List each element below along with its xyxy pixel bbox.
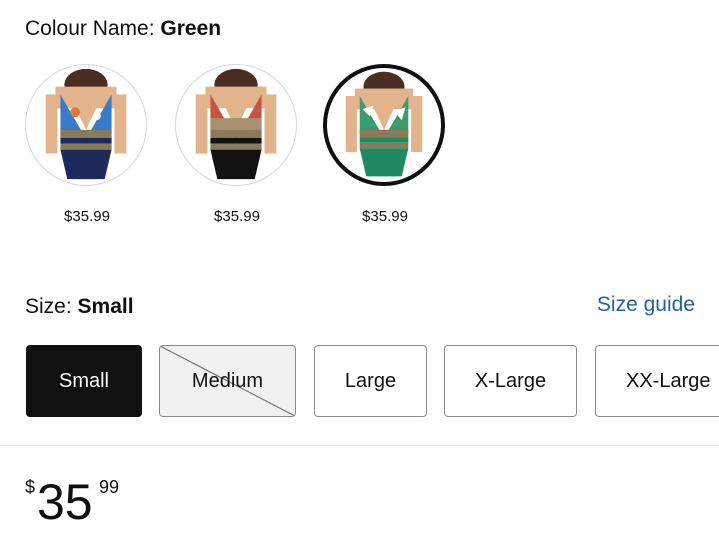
swatch-price: $35.99 bbox=[64, 208, 110, 225]
size-option-xx-large[interactable]: XX-Large bbox=[595, 345, 719, 417]
section-divider bbox=[0, 445, 719, 446]
swatch-image bbox=[175, 64, 297, 186]
size-option-large[interactable]: Large bbox=[314, 345, 427, 417]
colour-swatch-3[interactable]: $35.99 bbox=[323, 64, 447, 226]
colour-name-label: Colour Name: bbox=[25, 17, 155, 40]
size-option-label: Large bbox=[344, 369, 397, 392]
size-option-label: XX-Large bbox=[626, 369, 711, 392]
size-option-small[interactable]: Small bbox=[26, 345, 142, 417]
price-fraction: 99 bbox=[99, 477, 120, 497]
size-option-label: X-Large bbox=[474, 369, 547, 392]
size-guide-link[interactable]: Size guide bbox=[597, 292, 695, 318]
size-option-label: Small bbox=[58, 369, 109, 392]
swimsuit-black-image bbox=[195, 68, 277, 180]
price-whole: 35 bbox=[37, 474, 93, 530]
size-option-medium[interactable]: Medium bbox=[159, 345, 296, 417]
price-symbol: $ bbox=[25, 477, 36, 497]
size-value: Small bbox=[77, 295, 134, 318]
colour-name-line: Colour Name: Green bbox=[25, 16, 221, 42]
swimsuit-blue-image bbox=[45, 68, 127, 180]
colour-name-value: Green bbox=[160, 17, 222, 40]
swatch-price: $35.99 bbox=[214, 208, 260, 225]
colour-swatch-1[interactable]: $35.99 bbox=[25, 64, 149, 226]
swatch-image bbox=[25, 64, 147, 186]
swimsuit-green-image bbox=[345, 71, 423, 177]
swatch-price: $35.99 bbox=[362, 208, 408, 225]
size-option-x-large[interactable]: X-Large bbox=[444, 345, 577, 417]
colour-swatch-2[interactable]: $35.99 bbox=[175, 64, 299, 226]
size-option-label: Medium bbox=[191, 369, 264, 392]
size-line: Size: Small bbox=[25, 294, 134, 320]
size-label: Size: bbox=[25, 295, 72, 318]
swatch-image bbox=[323, 64, 445, 186]
